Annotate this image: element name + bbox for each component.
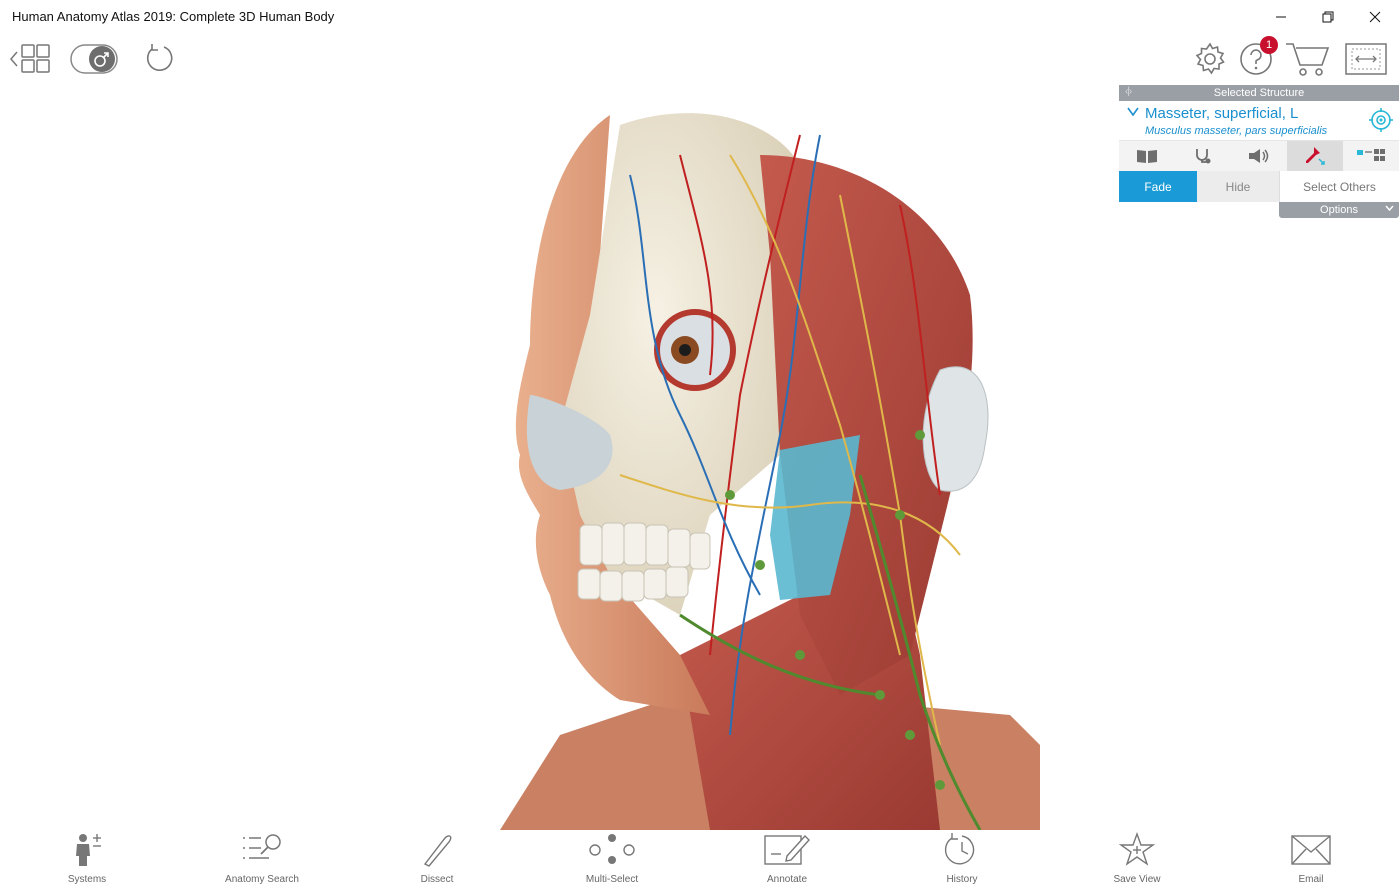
clinical-button[interactable] <box>1175 141 1231 171</box>
multi-select-button[interactable]: Multi-Select <box>557 830 667 892</box>
dissect-button[interactable]: Dissect <box>382 830 492 892</box>
person-plus-icon <box>76 834 101 866</box>
focus-target-icon[interactable] <box>1369 108 1393 132</box>
selected-structure-panel: ‹|› Selected Structure Masseter, superfi… <box>1119 85 1399 218</box>
anatomy-3d-viewport[interactable] <box>380 95 1040 831</box>
panel-title: Selected Structure <box>1213 87 1305 99</box>
reset-view-button[interactable] <box>142 42 176 76</box>
isolate-icon <box>1357 149 1385 161</box>
fit-screen-icon <box>1345 43 1387 75</box>
multi-select-label: Multi-Select <box>585 874 639 885</box>
book-icon <box>1137 150 1157 163</box>
clock-history-icon <box>944 833 975 865</box>
fade-button[interactable]: Fade <box>1119 171 1197 202</box>
back-grid-button[interactable] <box>8 42 54 76</box>
envelope-icon <box>1291 835 1331 865</box>
structure-name: Masseter, superficial, L <box>1145 105 1299 122</box>
bottom-toolbar: Systems Anatomy Search Dissect Multi-Sel… <box>0 830 1399 892</box>
pin-button[interactable] <box>1287 141 1343 171</box>
shopping-cart-icon <box>1286 43 1330 76</box>
restore-button[interactable] <box>1305 0 1351 34</box>
isolate-button[interactable] <box>1343 141 1399 171</box>
chevron-down-icon[interactable] <box>1127 107 1139 117</box>
structure-tools <box>1119 141 1399 171</box>
selected-structure-row[interactable]: Masseter, superficial, L Musculus masset… <box>1119 101 1399 141</box>
annotate-label: Annotate <box>766 874 808 885</box>
options-label: Options <box>1320 204 1358 216</box>
dots-icon <box>589 834 635 864</box>
anatomy-search-button[interactable]: Anatomy Search <box>207 830 317 892</box>
refresh-icon <box>146 44 173 71</box>
minimize-button[interactable] <box>1258 0 1304 34</box>
fullscreen-button[interactable] <box>1344 42 1388 76</box>
annotate-button[interactable]: Annotate <box>732 830 842 892</box>
speaker-icon <box>1249 149 1269 163</box>
close-button[interactable] <box>1352 0 1398 34</box>
title-bar: Human Anatomy Atlas 2019: Complete 3D Hu… <box>0 0 1399 34</box>
pin-icon <box>1306 147 1325 165</box>
select-others-button[interactable]: Select Others <box>1279 171 1399 202</box>
structure-latin-name: Musculus masseter, pars superficialis <box>1145 125 1328 137</box>
stethoscope-icon <box>1196 149 1211 164</box>
annotate-pencil-icon <box>764 834 810 865</box>
star-plus-icon <box>1118 832 1156 866</box>
dissect-label: Dissect <box>420 874 454 885</box>
systems-label: Systems <box>67 874 107 885</box>
window-title: Human Anatomy Atlas 2019: Complete 3D Hu… <box>12 9 335 24</box>
email-button[interactable]: Email <box>1256 830 1366 892</box>
panel-collapse-icon[interactable]: ‹|› <box>1125 86 1132 97</box>
anatomy-search-label: Anatomy Search <box>225 874 299 885</box>
head-model-render[interactable] <box>380 95 1040 831</box>
grid-back-icon <box>10 44 50 73</box>
help-notification-badge: 1 <box>1260 36 1278 54</box>
restore-icon <box>1322 11 1334 23</box>
minimize-icon <box>1276 16 1286 18</box>
definition-button[interactable] <box>1119 141 1175 171</box>
save-view-button[interactable]: Save View <box>1082 830 1192 892</box>
store-button[interactable] <box>1284 40 1330 78</box>
help-button[interactable]: 1 <box>1238 36 1278 77</box>
history-label: History <box>946 874 978 885</box>
options-dropdown[interactable]: Options <box>1279 202 1399 218</box>
save-view-label: Save View <box>1113 874 1161 885</box>
close-icon <box>1369 11 1381 23</box>
search-list-icon <box>243 834 281 859</box>
hide-button[interactable]: Hide <box>1197 171 1279 202</box>
scalpel-icon <box>423 835 452 867</box>
email-label: Email <box>1298 874 1324 885</box>
chevron-down-icon <box>1385 205 1394 212</box>
settings-button[interactable] <box>1192 41 1228 77</box>
visibility-actions: Fade Hide Select Others <box>1119 171 1399 202</box>
systems-button[interactable]: Systems <box>32 830 142 892</box>
gender-toggle[interactable] <box>70 43 118 75</box>
male-symbol-icon <box>70 44 118 74</box>
gear-icon <box>1195 42 1225 75</box>
panel-header: ‹|› Selected Structure <box>1119 85 1399 101</box>
pronunciation-button[interactable] <box>1231 141 1287 171</box>
history-button[interactable]: History <box>907 830 1017 892</box>
